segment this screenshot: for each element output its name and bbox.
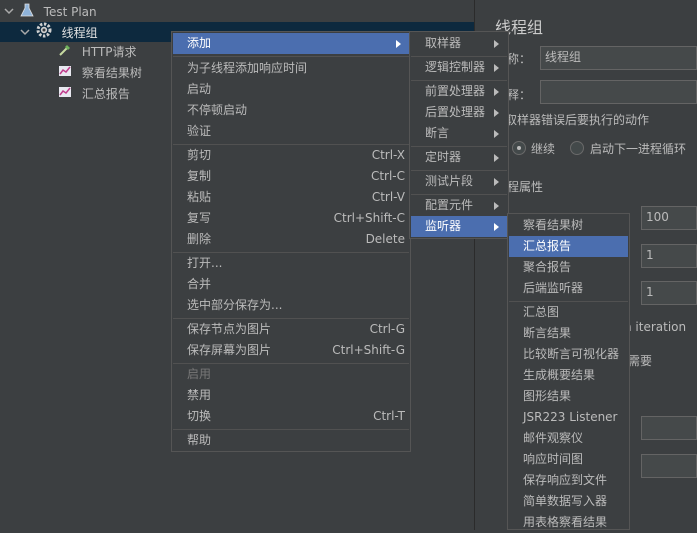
submenu-item-listener[interactable]: 监听器	[411, 216, 507, 237]
rampup-input[interactable]: 1	[641, 244, 697, 268]
tree-node-label: HTTP请求	[81, 45, 137, 59]
listener-item-aggregate-graph[interactable]: 汇总图	[509, 302, 628, 323]
flask-icon	[20, 3, 38, 23]
menu-item-merge[interactable]: 合并	[173, 274, 409, 295]
chevron-right-icon	[494, 109, 499, 117]
chevron-right-icon	[494, 223, 499, 231]
comment-label: 释：	[507, 88, 532, 102]
listener-item-jsr223-listener[interactable]: JSR223 Listener	[509, 407, 628, 428]
menu-item-add[interactable]: 添加	[173, 33, 409, 54]
chevron-right-icon	[494, 178, 499, 186]
menu-item-delete[interactable]: 删除 Delete	[173, 229, 409, 250]
menu-item-copy[interactable]: 复制 Ctrl-C	[173, 166, 409, 187]
tree-node-label: Test Plan	[43, 5, 97, 19]
chevron-right-icon	[494, 88, 499, 96]
threads-input[interactable]: 100	[641, 206, 697, 230]
menu-item-help[interactable]: 帮助	[173, 430, 409, 451]
radio-continue[interactable]	[512, 141, 526, 155]
chevron-right-icon	[494, 130, 499, 138]
listener-item-save-responses-to-file[interactable]: 保存响应到文件	[509, 470, 628, 491]
submenu-item-pre-processor[interactable]: 前置处理器	[411, 81, 507, 102]
error-action-label: 取样器错误后要执行的动作	[505, 113, 650, 127]
menu-item-toggle[interactable]: 切换 Ctrl-T	[173, 406, 409, 427]
tree-node-label: 线程组	[61, 25, 98, 40]
tree-node-label: 汇总报告	[81, 87, 130, 101]
submenu-item-test-fragment[interactable]: 测试片段	[411, 171, 507, 192]
tree-node-test-plan[interactable]: Test Plan	[2, 2, 97, 22]
chevron-right-icon	[494, 64, 499, 72]
tree-node-label: 察看结果树	[81, 66, 142, 80]
tree-node-http-request[interactable]: HTTP请求	[58, 42, 137, 62]
loop-count-input[interactable]: 1	[641, 281, 697, 305]
menu-item-save-node-image[interactable]: 保存节点为图片 Ctrl-G	[173, 319, 409, 340]
menu-item-paste[interactable]: 粘贴 Ctrl-V	[173, 187, 409, 208]
radio-next-loop[interactable]	[570, 141, 584, 155]
listener-item-mailer-visualizer[interactable]: 邮件观察仪	[509, 428, 628, 449]
chevron-down-icon[interactable]	[2, 2, 16, 22]
gear-icon	[36, 22, 56, 44]
tree-node-view-results-tree[interactable]: 察看结果树	[58, 63, 142, 83]
menu-item-add-response-time[interactable]: 为子线程添加响应时间	[173, 58, 409, 79]
tree-node-thread-group[interactable]: 线程组	[18, 22, 98, 42]
menu-item-cut[interactable]: 剪切 Ctrl-X	[173, 145, 409, 166]
menu-separator	[173, 56, 409, 57]
add-submenu: 取样器 逻辑控制器 前置处理器 后置处理器 断言 定时器 测试片段 配置元件 监…	[409, 31, 509, 239]
menu-item-start-no-pause[interactable]: 不停顿启动	[173, 100, 409, 121]
chevron-right-icon	[494, 40, 499, 48]
submenu-item-config-element[interactable]: 配置元件	[411, 195, 507, 216]
thread-properties-label: 程属性	[507, 180, 544, 194]
menu-item-open[interactable]: 打开...	[173, 253, 409, 274]
listener-item-graph-results[interactable]: 图形结果	[509, 386, 628, 407]
tree-node-summary-report[interactable]: 汇总报告	[58, 84, 130, 104]
menu-item-disable[interactable]: 禁用	[173, 385, 409, 406]
submenu-item-post-processor[interactable]: 后置处理器	[411, 102, 507, 123]
submenu-item-logic-controller[interactable]: 逻辑控制器	[411, 57, 507, 78]
listener-item-generate-summary-results[interactable]: 生成概要结果	[509, 365, 628, 386]
chevron-right-icon	[396, 40, 401, 48]
chart-icon	[58, 64, 76, 84]
listener-item-assertion-results[interactable]: 断言结果	[509, 323, 628, 344]
chart-icon	[58, 85, 76, 105]
listener-item-view-results-tree[interactable]: 察看结果树	[509, 215, 628, 236]
context-menu: 添加 为子线程添加响应时间 启动 不停顿启动 验证 剪切 Ctrl-X 复制 Ctr…	[171, 31, 411, 452]
menu-item-duplicate[interactable]: 复写 Ctrl+Shift-C	[173, 208, 409, 229]
comment-input[interactable]	[540, 80, 697, 104]
submenu-item-sampler[interactable]: 取样器	[411, 33, 507, 54]
listener-item-backend-listener[interactable]: 后端监听器	[509, 278, 628, 299]
name-input[interactable]: 线程组	[540, 46, 697, 70]
submenu-item-timer[interactable]: 定时器	[411, 147, 507, 168]
chevron-right-icon	[494, 154, 499, 162]
need-text: 需要	[628, 354, 653, 368]
menu-item-save-screen-image[interactable]: 保存屏幕为图片 Ctrl+Shift-G	[173, 340, 409, 361]
listener-item-simple-data-writer[interactable]: 简单数据写入器	[509, 491, 628, 512]
submenu-item-assertion[interactable]: 断言	[411, 123, 507, 144]
iteration-text: n iteration	[624, 320, 687, 334]
listener-item-response-time-graph[interactable]: 响应时间图	[509, 449, 628, 470]
duration-input[interactable]	[641, 416, 697, 440]
chevron-down-icon[interactable]	[18, 23, 32, 43]
name-label: 称：	[507, 52, 532, 66]
startup-delay-input[interactable]	[641, 454, 697, 478]
listener-item-summary-report[interactable]: 汇总报告	[509, 236, 628, 257]
radio-continue-label: 继续	[531, 142, 556, 156]
chevron-right-icon	[494, 202, 499, 210]
radio-next-loop-label: 启动下一进程循环	[590, 142, 687, 156]
menu-item-save-selection-as[interactable]: 选中部分保存为...	[173, 295, 409, 316]
menu-item-validate[interactable]: 验证	[173, 121, 409, 142]
menu-item-enable: 启用	[187, 367, 212, 381]
listener-item-comparison-assertion-visualizer[interactable]: 比较断言可视化器	[509, 344, 628, 365]
listener-item-aggregate-report[interactable]: 聚合报告	[509, 257, 628, 278]
menu-item-start[interactable]: 启动	[173, 79, 409, 100]
pipette-icon	[58, 43, 76, 63]
listener-submenu: 察看结果树 汇总报告 聚合报告 后端监听器 汇总图 断言结果 比较断言可视化器 …	[507, 213, 630, 530]
